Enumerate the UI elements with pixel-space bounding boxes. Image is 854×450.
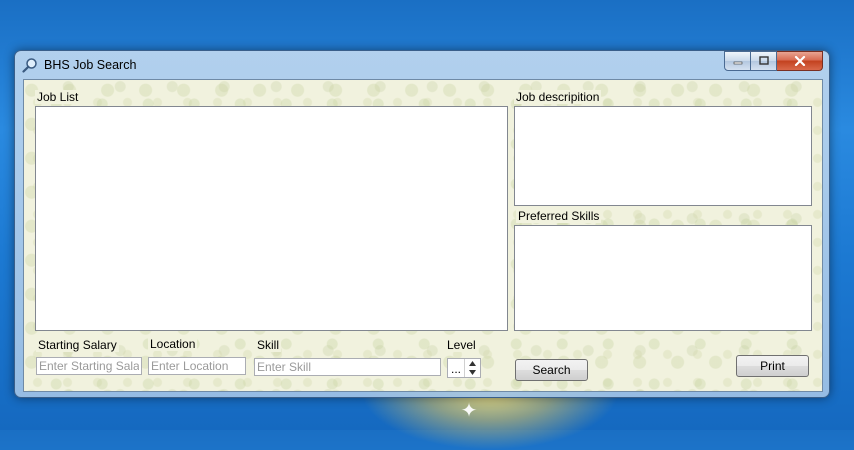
location-label: Location	[148, 337, 198, 351]
close-icon	[794, 56, 805, 66]
level-spinner[interactable]: ...	[447, 358, 481, 378]
caption-buttons	[724, 51, 823, 71]
level-value: ...	[451, 362, 462, 376]
maximize-icon	[758, 56, 769, 65]
search-button[interactable]: Search	[515, 359, 588, 381]
magnifier-icon	[22, 58, 37, 73]
level-label: Level	[445, 338, 478, 352]
job-list-box[interactable]	[35, 106, 508, 331]
preferred-skills-label: Preferred Skills	[516, 209, 602, 223]
minimize-icon	[733, 61, 742, 65]
app-window: BHS Job Search Job List Job descripition…	[14, 50, 830, 398]
job-description-label: Job descripition	[514, 90, 602, 104]
level-spinner-buttons	[464, 359, 480, 377]
chevron-up-icon	[469, 361, 476, 366]
client-area: Job List Job descripition Preferred Skil…	[23, 79, 823, 392]
starting-salary-label: Starting Salary	[36, 338, 119, 352]
print-button[interactable]: Print	[736, 355, 809, 377]
window-title: BHS Job Search	[44, 58, 137, 72]
spin-up-button[interactable]	[465, 359, 480, 368]
starting-salary-input[interactable]	[36, 357, 142, 375]
title-bar[interactable]: BHS Job Search	[15, 51, 829, 79]
skill-input[interactable]	[254, 358, 441, 376]
job-description-box[interactable]	[514, 106, 812, 206]
maximize-button[interactable]	[751, 51, 777, 71]
job-list-label: Job List	[35, 90, 81, 104]
spin-down-button[interactable]	[465, 368, 480, 377]
location-input[interactable]	[148, 357, 246, 375]
desktop-sparkle-icon: ✦	[460, 400, 478, 422]
minimize-button[interactable]	[724, 51, 751, 71]
preferred-skills-box[interactable]	[514, 225, 812, 331]
chevron-down-icon	[469, 370, 476, 375]
skill-label: Skill	[255, 338, 282, 352]
close-button[interactable]	[777, 51, 823, 71]
